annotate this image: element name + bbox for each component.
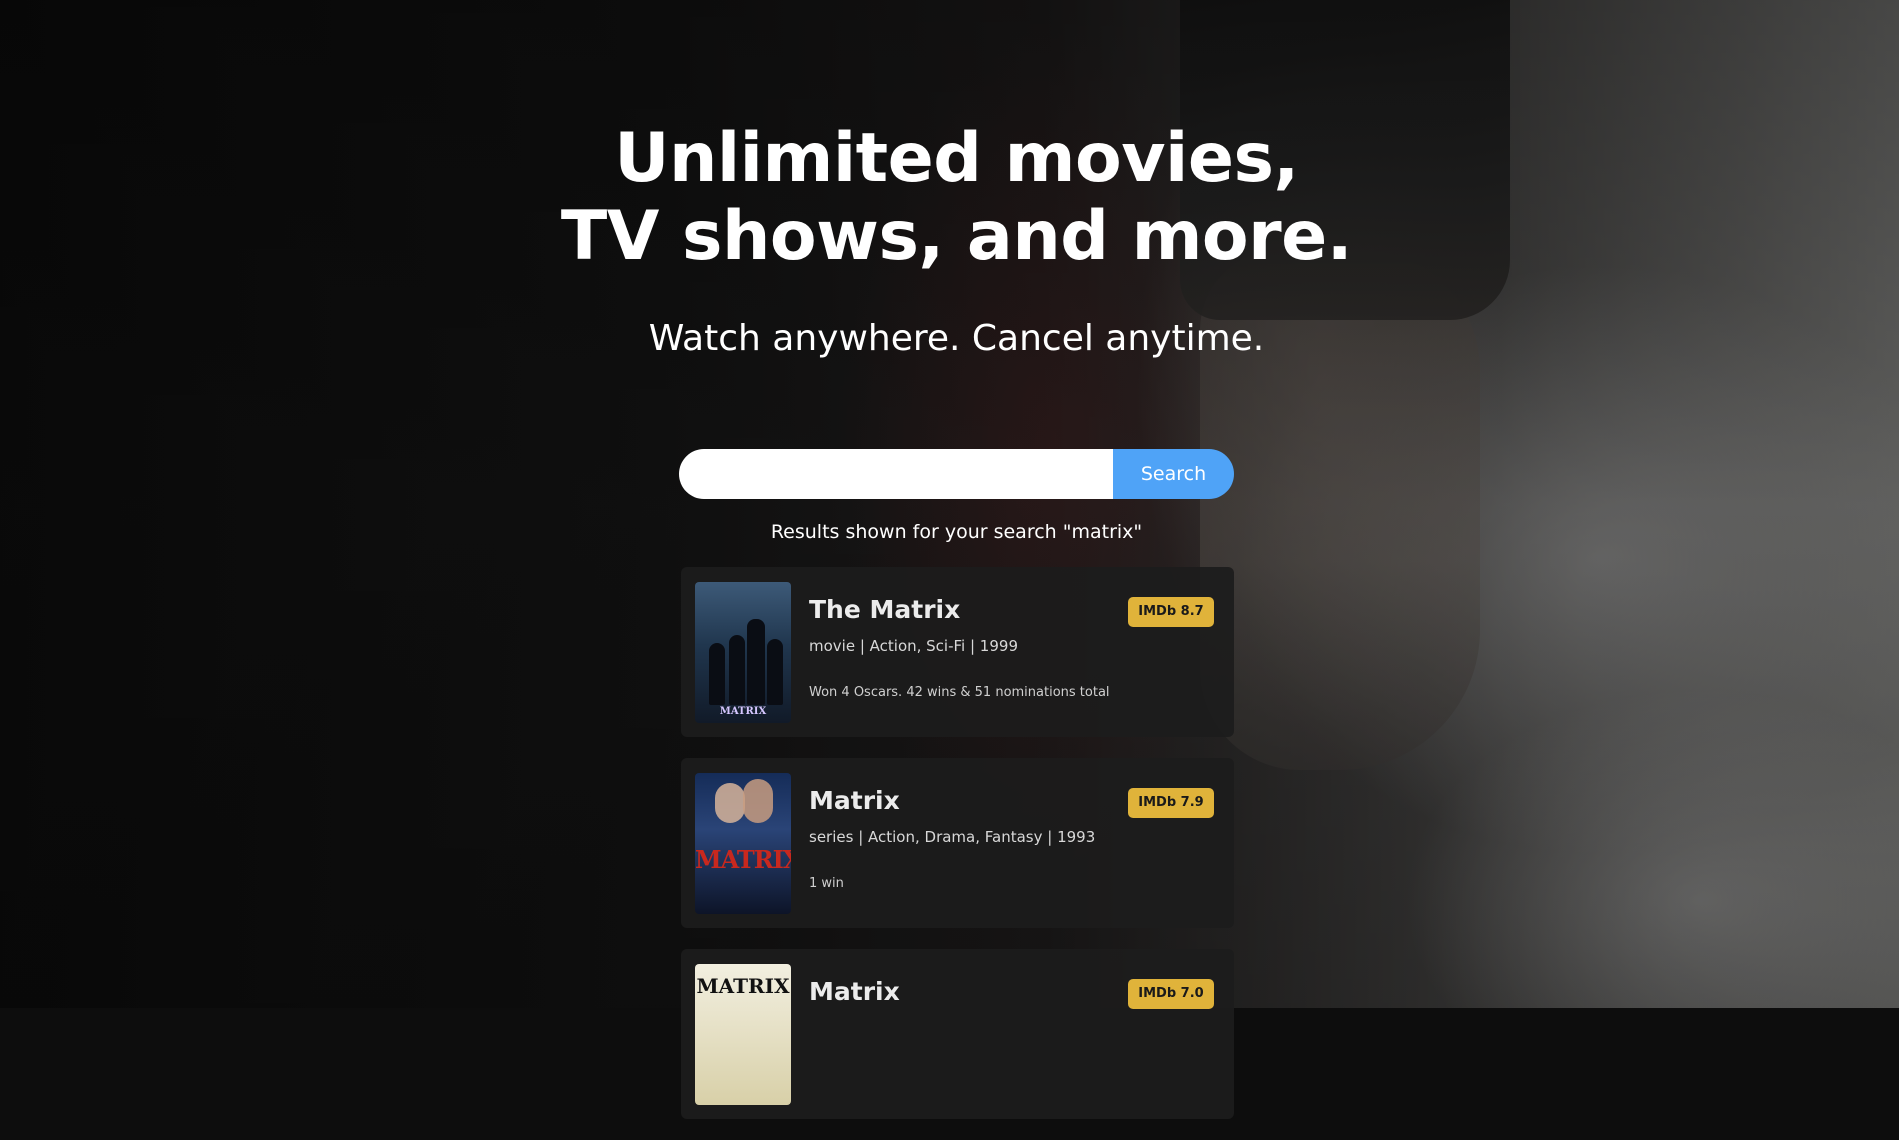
- results-summary: Results shown for your search "matrix": [770, 521, 1143, 543]
- result-awards: 1 win: [809, 876, 844, 891]
- poster-title: MATRIX: [719, 706, 767, 717]
- poster-figure: [709, 643, 725, 705]
- imdb-rating-badge: IMDb 8.7: [1128, 597, 1214, 627]
- search-form: Search: [679, 449, 1234, 499]
- movie-poster[interactable]: MATRIX: [695, 582, 791, 723]
- results-list: MATRIX The Matrix movie | Action, Sci-Fi…: [681, 567, 1234, 1140]
- search-button[interactable]: Search: [1113, 449, 1234, 499]
- result-title[interactable]: Matrix: [809, 786, 900, 815]
- hero-headline-line-2: TV shows, and more.: [560, 197, 1353, 276]
- poster-figure: [747, 619, 765, 705]
- poster-figure: [729, 635, 745, 705]
- result-card[interactable]: MATRIX Matrix series | Action, Drama, Fa…: [681, 758, 1234, 928]
- poster-figure: [767, 639, 783, 705]
- result-card[interactable]: MATRIX Matrix IMDb 7.0: [681, 949, 1234, 1119]
- poster-title: MATRIX: [695, 845, 791, 874]
- movie-poster[interactable]: MATRIX: [695, 773, 791, 914]
- result-meta: movie | Action, Sci-Fi | 1999: [809, 637, 1018, 655]
- result-title[interactable]: The Matrix: [809, 595, 960, 624]
- hero-headline-line-1: Unlimited movies,: [614, 119, 1299, 198]
- page-content: Unlimited movies, TV shows, and more. Wa…: [0, 0, 1899, 1119]
- result-title[interactable]: Matrix: [809, 977, 900, 1006]
- search-input[interactable]: [679, 449, 1113, 499]
- result-awards: Won 4 Oscars. 42 wins & 51 nominations t…: [809, 685, 1110, 700]
- result-meta: series | Action, Drama, Fantasy | 1993: [809, 828, 1096, 846]
- hero-headline: Unlimited movies, TV shows, and more.: [0, 120, 1899, 276]
- poster-face: [715, 783, 745, 823]
- imdb-rating-badge: IMDb 7.0: [1128, 979, 1214, 1009]
- hero-subtitle: Watch anywhere. Cancel anytime.: [648, 318, 1265, 359]
- result-card[interactable]: MATRIX The Matrix movie | Action, Sci-Fi…: [681, 567, 1234, 737]
- imdb-rating-badge: IMDb 7.9: [1128, 788, 1214, 818]
- movie-poster[interactable]: MATRIX: [695, 964, 791, 1105]
- poster-title: MATRIX: [696, 974, 790, 998]
- poster-face: [743, 779, 773, 823]
